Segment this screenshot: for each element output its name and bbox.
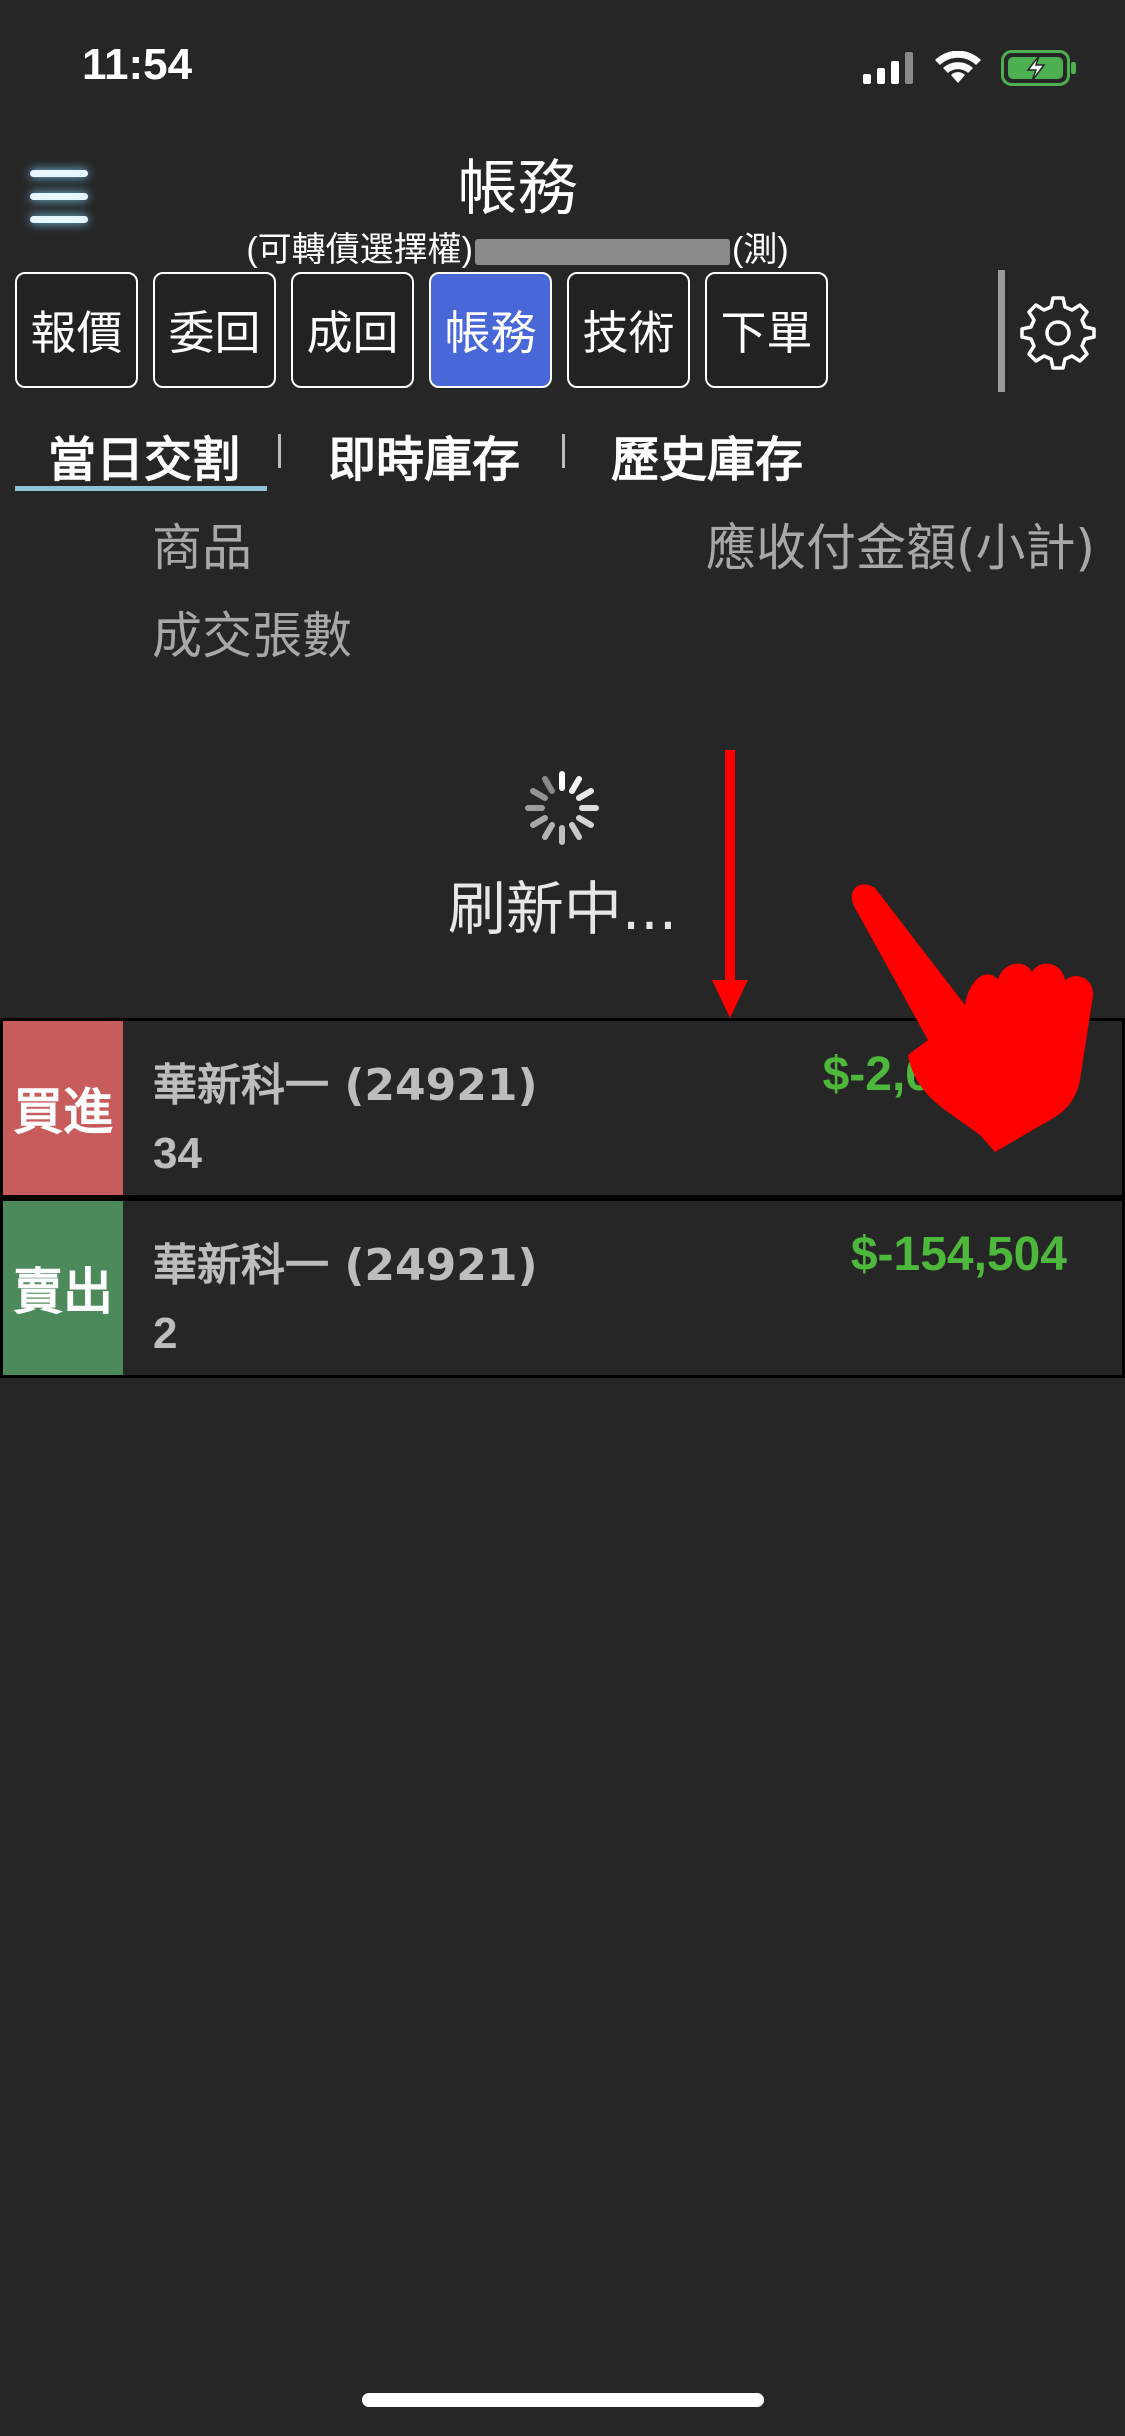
redacted-account <box>475 239 730 266</box>
column-quantity: 成交張數 <box>152 607 352 665</box>
tab-account[interactable]: 帳務 <box>429 272 552 388</box>
subtab-history-inventory[interactable]: 歷史庫存 <box>611 420 803 490</box>
row-quantity: 2 <box>153 1309 178 1358</box>
home-indicator <box>362 2393 764 2407</box>
status-time: 11:54 <box>82 40 193 89</box>
signal-icon <box>863 52 913 84</box>
table-row[interactable]: 賣出 華新科一 (24921) 2 $-154,504 <box>0 1198 1125 1378</box>
subtab-separator <box>562 434 565 468</box>
column-product: 商品 <box>152 519 252 577</box>
side-badge-sell: 賣出 <box>3 1201 123 1375</box>
subtab-daily-settlement[interactable]: 當日交割 <box>48 420 240 490</box>
side-badge-buy: 買進 <box>3 1021 123 1195</box>
gear-icon[interactable] <box>1018 292 1098 372</box>
tab-quote[interactable]: 報價 <box>15 272 138 388</box>
row-product-name: 華新科一 (24921) <box>153 1060 538 1111</box>
column-amount: 應收付金額(小計) <box>705 519 1095 577</box>
row-quantity: 34 <box>153 1129 202 1178</box>
account-type: (可轉債選擇權) <box>246 231 473 269</box>
row-product-name: 華新科一 (24921) <box>153 1240 538 1291</box>
main-tabs: 報價 委回 成回 帳務 技術 下單 <box>15 272 828 388</box>
wifi-icon <box>935 51 981 83</box>
battery-icon <box>1001 50 1076 86</box>
page-title: 帳務 <box>457 155 578 222</box>
account-test-tag: (測) <box>732 231 789 269</box>
tab-place-order[interactable]: 下單 <box>705 272 828 388</box>
row-amount: $-154,504 <box>850 1228 1067 1281</box>
subtab-separator <box>278 434 281 468</box>
account-subtitle: (可轉債選擇權) (測) <box>0 222 1035 271</box>
status-icons <box>863 48 1077 88</box>
active-subtab-indicator <box>15 486 267 491</box>
tab-trade-report[interactable]: 成回 <box>291 272 414 388</box>
tab-order-report[interactable]: 委回 <box>153 272 276 388</box>
tab-divider <box>998 270 1005 392</box>
tab-technical[interactable]: 技術 <box>567 272 690 388</box>
subtab-realtime-inventory[interactable]: 即時庫存 <box>328 420 520 490</box>
pointing-hand-icon <box>851 884 1094 1152</box>
spinner-icon <box>525 771 599 845</box>
